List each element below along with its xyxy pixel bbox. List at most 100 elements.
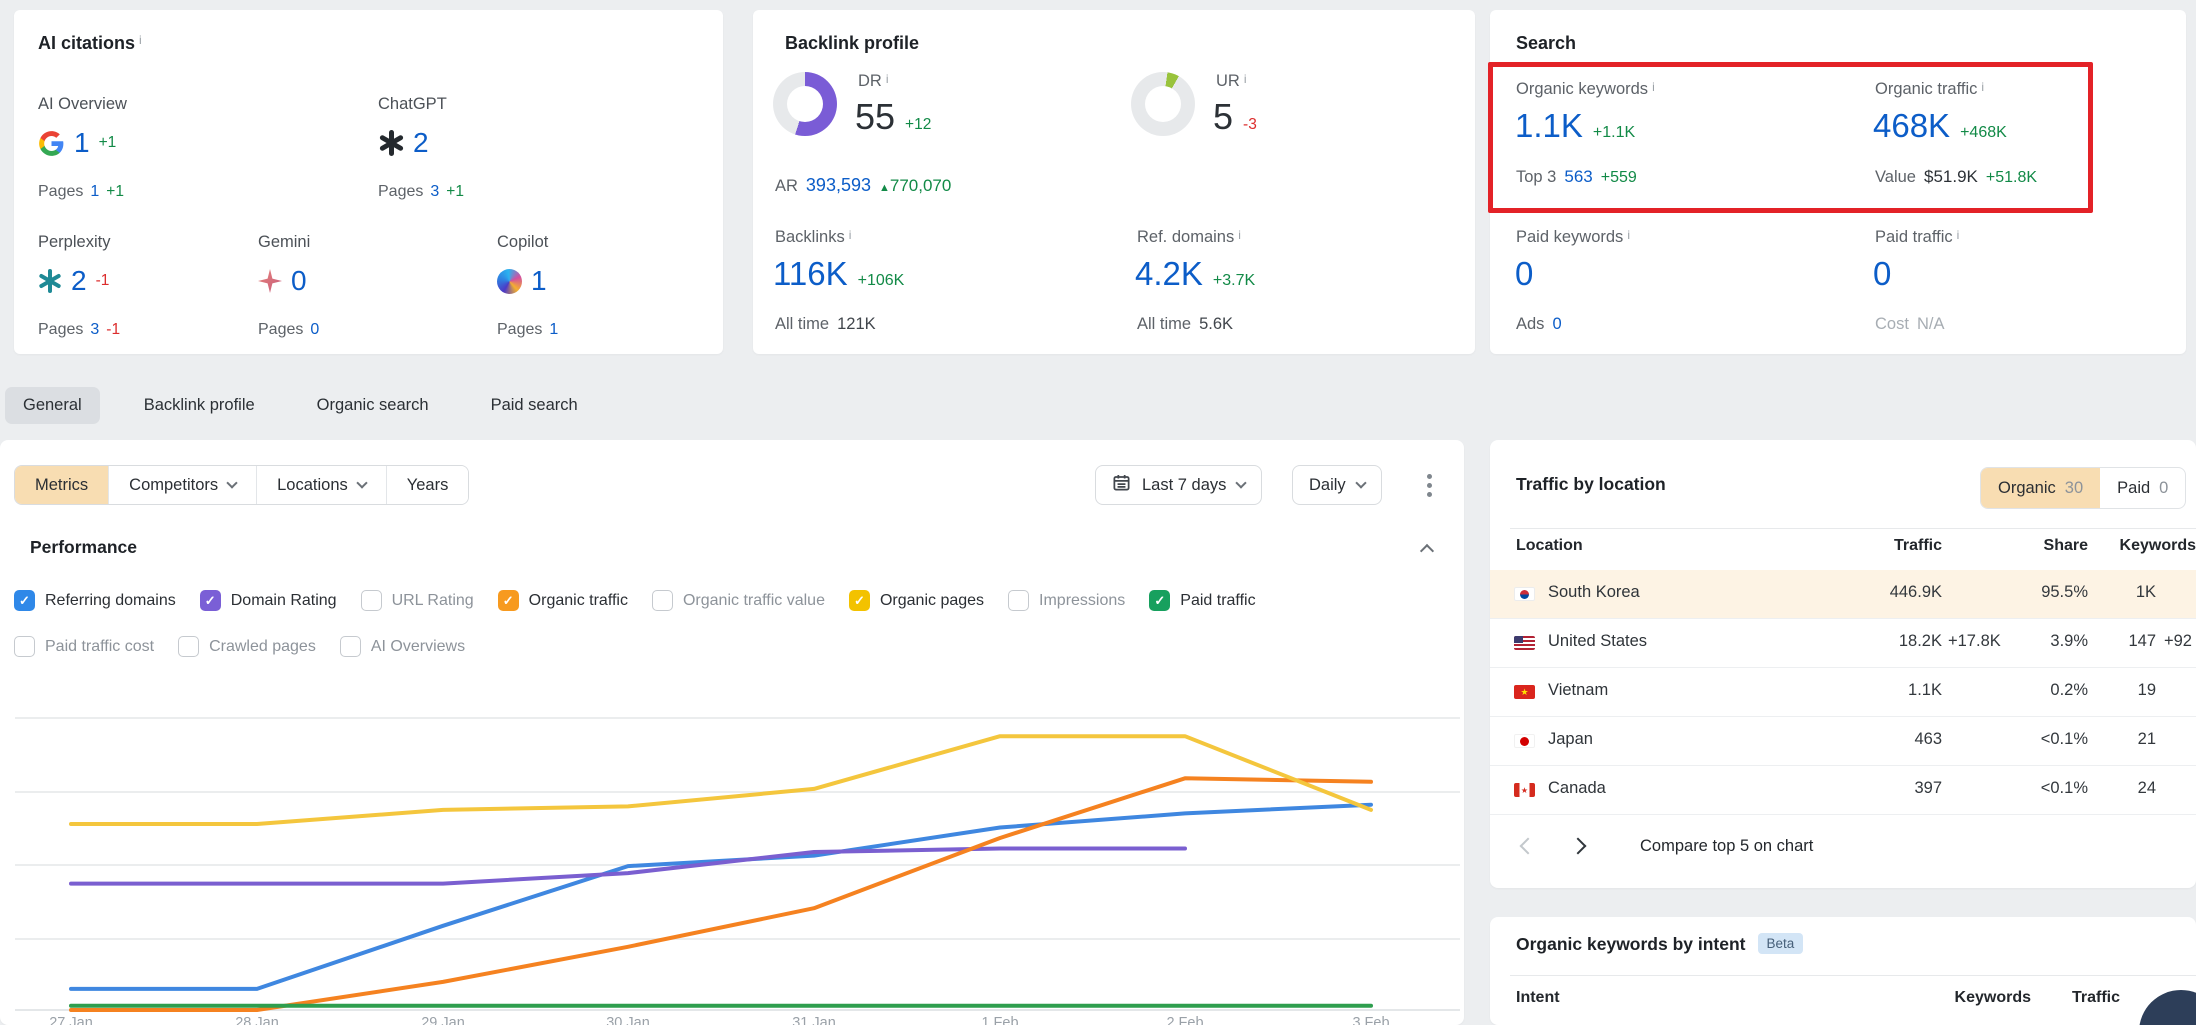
ur-donut: [1131, 72, 1195, 136]
metric-value[interactable]: 2: [71, 265, 87, 297]
column-share: Share: [1970, 537, 2088, 555]
checkbox-paid-traffic[interactable]: Paid traffic: [1149, 590, 1255, 611]
granularity-button[interactable]: Daily: [1292, 465, 1382, 505]
pages-value[interactable]: 0: [310, 321, 319, 339]
more-options-button[interactable]: [1414, 470, 1444, 500]
pages-label: Pages: [258, 321, 303, 339]
metric-value[interactable]: 1: [531, 265, 547, 297]
ar-value[interactable]: 393,593: [806, 175, 871, 196]
collapse-chevron-icon[interactable]: [1420, 544, 1434, 558]
checkbox-paid-traffic-cost[interactable]: Paid traffic cost: [14, 636, 154, 657]
checkbox-url-rating[interactable]: URL Rating: [361, 590, 474, 611]
pages-value[interactable]: 3: [430, 183, 439, 201]
info-icon[interactable]: i: [886, 72, 889, 86]
organic-paid-toggle: Organic30 Paid0: [1980, 467, 2186, 509]
info-icon[interactable]: i: [1981, 80, 1984, 94]
pages-label: Pages: [378, 183, 423, 201]
pages-value[interactable]: 1: [90, 183, 99, 201]
years-filter-button[interactable]: Years: [387, 466, 469, 504]
metric-checkboxes-row2: Paid traffic cost Crawled pages AI Overv…: [14, 636, 465, 657]
info-icon[interactable]: i: [1957, 228, 1960, 242]
pages-value[interactable]: 1: [549, 321, 558, 339]
share-value: <0.1%: [1970, 779, 2088, 798]
compare-top5-link[interactable]: Compare top 5 on chart: [1640, 837, 1813, 856]
locations-filter-button[interactable]: Locations: [257, 466, 387, 504]
column-traffic: Traffic: [1820, 537, 1942, 555]
ref-domains-value: 4.2K +3.7K: [1135, 255, 1255, 293]
location-row-vietnam: Vietnam 1.1K 0.2% 19: [1490, 668, 2196, 717]
checkbox-icon: [14, 636, 35, 657]
date-range-button[interactable]: Last 7 days: [1095, 465, 1262, 505]
top3-row: Top 3 563 +559: [1516, 167, 1637, 187]
checkbox-icon: [849, 590, 870, 611]
checkbox-domain-rating[interactable]: Domain Rating: [200, 590, 337, 611]
competitors-filter-button[interactable]: Competitors: [109, 466, 257, 504]
keywords-link[interactable]: 21: [2090, 730, 2156, 749]
tab-general[interactable]: General: [5, 387, 100, 424]
metrics-filter-button[interactable]: Metrics: [15, 466, 109, 504]
metric-value[interactable]: 1: [74, 127, 90, 159]
x-axis-label: 30 Jan: [606, 1015, 650, 1025]
checkbox-ai-overviews[interactable]: AI Overviews: [340, 636, 465, 657]
checkbox-referring-domains[interactable]: Referring domains: [14, 590, 176, 611]
flag-south-korea-icon: [1514, 587, 1535, 601]
beta-badge: Beta: [1758, 933, 1804, 954]
column-keywords: Keywords: [1930, 989, 2031, 1007]
column-keywords: Keywords: [2092, 537, 2196, 555]
paid-toggle[interactable]: Paid0: [2100, 468, 2185, 508]
tab-organic-search[interactable]: Organic search: [299, 387, 447, 424]
traffic-value: 397: [1820, 779, 1942, 798]
google-g-icon: [38, 130, 65, 157]
organic-keywords-label: Organic keywordsi: [1516, 80, 1655, 99]
keywords-link[interactable]: 19: [2090, 681, 2156, 700]
organic-toggle[interactable]: Organic30: [1981, 468, 2100, 508]
tab-backlink-profile[interactable]: Backlink profile: [126, 387, 273, 424]
ahrefs-rank: AR 393,593 ▲770,070: [775, 175, 951, 196]
prev-page-button[interactable]: [1520, 838, 1537, 855]
info-icon[interactable]: i: [849, 228, 852, 242]
x-axis-label: 28 Jan: [235, 1015, 279, 1025]
paid-traffic-label: Paid traffici: [1875, 228, 1959, 247]
keywords-link[interactable]: 24: [2090, 779, 2156, 798]
traffic-by-location-card: Traffic by location Organic30 Paid0 Loca…: [1490, 440, 2196, 888]
checkbox-impressions[interactable]: Impressions: [1008, 590, 1125, 611]
checkbox-crawled-pages[interactable]: Crawled pages: [178, 636, 316, 657]
info-icon[interactable]: i: [1627, 228, 1630, 242]
metric-value[interactable]: 2: [413, 127, 429, 159]
keywords-link[interactable]: 147: [2090, 632, 2156, 651]
checkbox-icon: [1149, 590, 1170, 611]
location-row-japan: Japan 463 <0.1% 21: [1490, 717, 2196, 766]
ai-citations-card: AI citationsi AI Overview 1 +1 Pages 1 +…: [14, 10, 723, 354]
pages-delta: -1: [106, 321, 120, 339]
tab-paid-search[interactable]: Paid search: [473, 387, 596, 424]
performance-title: Performance: [30, 537, 137, 558]
traffic-value: 463: [1820, 730, 1942, 749]
keywords-by-intent-card: Organic keywords by intentBeta Intent Ke…: [1490, 917, 2196, 1025]
checkbox-icon: [178, 636, 199, 657]
info-icon[interactable]: i: [139, 33, 142, 47]
x-axis-label: 29 Jan: [421, 1015, 465, 1025]
info-icon[interactable]: i: [1652, 80, 1655, 94]
chevron-down-icon: [356, 477, 367, 488]
backlinks-all-time: All time 121K: [775, 315, 876, 334]
backlinks-label: Backlinksi: [775, 228, 851, 247]
x-axis-label: 31 Jan: [792, 1015, 836, 1025]
checkbox-organic-traffic-value[interactable]: Organic traffic value: [652, 590, 825, 611]
metric-value[interactable]: 0: [291, 265, 307, 297]
ref-domains-all-time: All time 5.6K: [1137, 315, 1233, 334]
next-page-button[interactable]: [1570, 838, 1587, 855]
pages-value[interactable]: 3: [90, 321, 99, 339]
info-icon[interactable]: i: [1244, 72, 1247, 86]
checkbox-organic-pages[interactable]: Organic pages: [849, 590, 984, 611]
gemini-icon: [258, 269, 282, 293]
copilot-icon: [497, 269, 522, 294]
metric-label: Gemini: [258, 233, 468, 252]
metric-checkboxes-row1: Referring domains Domain Rating URL Rati…: [14, 590, 1256, 611]
checkbox-organic-traffic[interactable]: Organic traffic: [498, 590, 628, 611]
info-icon[interactable]: i: [1238, 228, 1241, 242]
x-axis-label: 27 Jan: [49, 1015, 93, 1025]
keywords-link[interactable]: 1K: [2090, 583, 2156, 602]
organic-traffic-label: Organic traffici: [1875, 80, 1984, 99]
copilot-metric: Copilot 1 Pages 1: [497, 233, 707, 298]
backlinks-value: 116K +106K: [773, 255, 904, 293]
